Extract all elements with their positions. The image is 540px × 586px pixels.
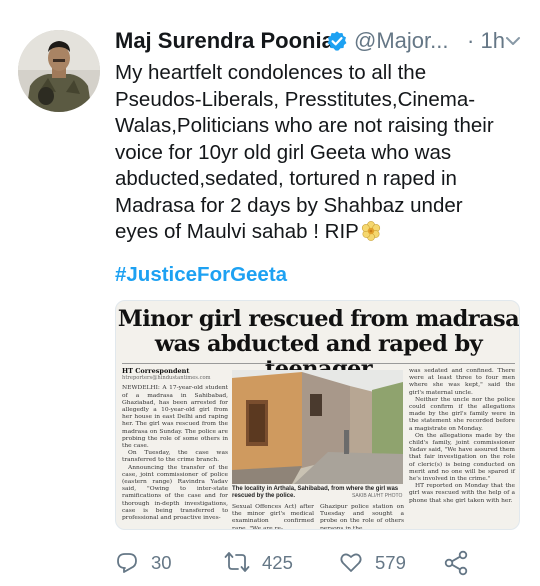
- retweet-icon: [224, 552, 250, 572]
- reply-icon: [117, 553, 137, 573]
- share-icon: [444, 550, 468, 576]
- reply-button[interactable]: 30: [115, 550, 185, 576]
- retweet-count: 425: [262, 552, 293, 573]
- hashtag-link[interactable]: #JusticeForGeeta: [115, 261, 287, 289]
- news-column-bottom-mid: Sexual Offences Act) after the minor gir…: [232, 504, 314, 530]
- tweet-time[interactable]: · 1h: [467, 26, 505, 56]
- retweet-button[interactable]: 425: [224, 550, 314, 576]
- author-handle[interactable]: @Major...: [354, 26, 448, 56]
- tweet-text-line: Pseudos-Liberals, Presstitutes,Cinema-: [115, 87, 476, 111]
- news-paragraph: On the allegations made by the child's f…: [409, 432, 515, 483]
- news-column-bottom-right: Ghazipur police station on Tuesday and s…: [320, 504, 404, 530]
- tweet-actions: 30 425 579: [115, 550, 520, 576]
- time-separator: ·: [467, 28, 475, 53]
- tweet-text-line: My heartfelt condolences to all the: [115, 61, 427, 84]
- news-paragraph: was sedated and confined. There were at …: [409, 368, 515, 396]
- like-count: 579: [375, 552, 406, 573]
- flower-emoji-icon: [361, 221, 380, 241]
- time-value: 1h: [480, 28, 505, 53]
- news-headline-line1: Minor girl rescued from madrasa: [117, 306, 520, 332]
- avatar-image: [18, 30, 100, 112]
- news-column-right: was sedated and confined. There were at …: [409, 368, 515, 505]
- news-paragraph: HT reported on Monday that the girl was …: [409, 483, 515, 504]
- reply-count: 30: [151, 552, 172, 573]
- news-byline-email: htreporters@hindustantimes.com: [122, 375, 211, 382]
- news-photo-credit: SAKIB ALI/HT PHOTO: [352, 493, 403, 499]
- news-paragraph: NEWDELHI: A 17-year-old student of a mad…: [122, 385, 228, 450]
- verified-badge-icon: [327, 31, 347, 51]
- tweet-text-line-last: eyes of Maulvi sahab ! RIP: [115, 219, 530, 246]
- like-icon: [340, 553, 362, 572]
- news-paragraph: Announcing the transfer of the case, joi…: [122, 464, 228, 522]
- news-paragraph: On Tuesday, the case was transferred to …: [122, 450, 228, 464]
- chevron-down-icon[interactable]: [505, 35, 521, 47]
- tweet-header: Maj Surendra Poonia @Major... · 1h: [115, 26, 530, 56]
- tweet-text-line: abducted,sedated, tortured n raped in: [115, 167, 457, 190]
- news-divider: [122, 363, 515, 364]
- tweet-text-line: Madrasa for 2 days by Shahbaz under: [115, 193, 463, 217]
- like-button[interactable]: 579: [339, 550, 429, 576]
- tweet-text-line: Walas,Politicians who are not raising th…: [115, 114, 494, 137]
- news-photo: [232, 370, 403, 484]
- news-column-left: HT Correspondent htreporters@hindustanti…: [122, 367, 228, 522]
- news-paragraph: Ghazipur police station on Tuesday and s…: [320, 504, 404, 530]
- tweet-media-image[interactable]: Minor girl rescued from madrasa was abdu…: [115, 300, 520, 530]
- tweet[interactable]: Maj Surendra Poonia @Major... · 1h My he…: [0, 0, 540, 586]
- tweet-text-line: eyes of Maulvi sahab ! RIP: [115, 220, 359, 243]
- news-paragraph: Neither the uncle nor the police could c…: [409, 396, 515, 432]
- author-name[interactable]: Maj Surendra Poonia: [115, 26, 334, 56]
- tweet-text-line: voice for 10yr old girl Geeta who was: [115, 140, 452, 164]
- news-paragraph: Sexual Offences Act) after the minor gir…: [232, 504, 314, 530]
- share-button[interactable]: [443, 550, 469, 576]
- tweet-text: My heartfelt condolences to all the Pseu…: [115, 60, 530, 246]
- avatar[interactable]: [18, 30, 100, 112]
- news-photo-image: [232, 370, 403, 484]
